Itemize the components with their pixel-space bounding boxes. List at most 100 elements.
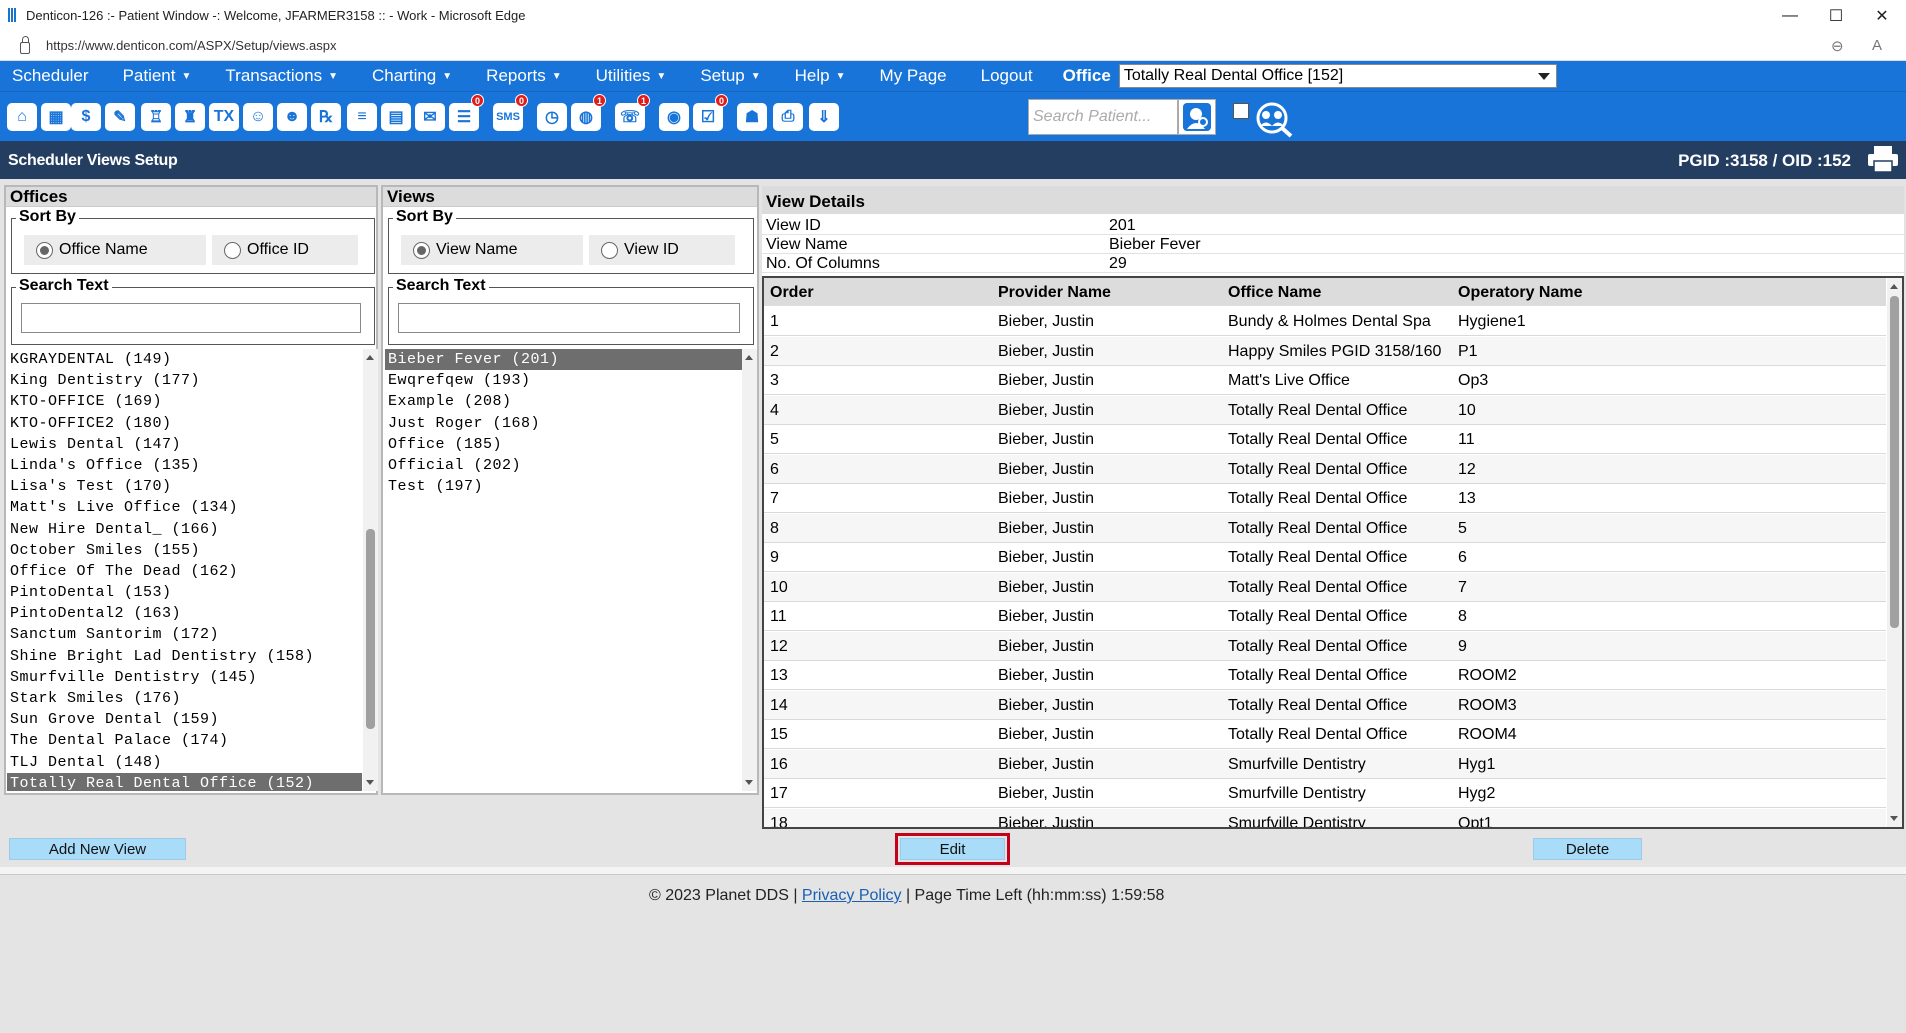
prescription-icon[interactable]: ℞ [308, 100, 344, 134]
list-item[interactable]: Totally Real Dental Office (152) [7, 772, 362, 791]
support-icon[interactable]: ☏ 1 [612, 94, 650, 134]
scroll-down-arrow-icon[interactable] [745, 780, 753, 785]
table-row[interactable]: 9 Bieber, Justin Totally Real Dental Offic… [764, 543, 1886, 572]
notes-icon[interactable]: ≡ [344, 100, 380, 134]
menu-logout[interactable]: Logout [969, 66, 1045, 86]
family-search-icon[interactable] [1254, 100, 1294, 138]
table-row[interactable]: 8 Bieber, Justin Totally Real Dental Offic… [764, 513, 1886, 543]
list-item[interactable]: New Hire Dental_ (166) [7, 519, 362, 540]
table-row[interactable]: 1 Bieber, Justin Bundy & Holmes Dental Spa… [764, 307, 1886, 336]
list-item[interactable]: KTO-OFFICE2 (180) [7, 413, 362, 434]
document-icon[interactable]: ▤ [378, 100, 414, 134]
list-item[interactable]: The Dental Palace (174) [7, 730, 362, 751]
list-item[interactable]: KGRAYDENTAL (149) [7, 349, 362, 370]
list-item[interactable]: Matt's Live Office (134) [7, 497, 362, 518]
menu-my-page[interactable]: My Page [868, 66, 959, 86]
list-item[interactable]: King Dentistry (177) [7, 370, 362, 391]
list-item[interactable]: Lewis Dental (147) [7, 434, 362, 455]
list-item[interactable]: TLJ Dental (148) [7, 752, 362, 773]
sort-view-id-option[interactable]: View ID [589, 235, 735, 265]
sort-office-name-option[interactable]: Office Name [24, 235, 206, 265]
tooth-icon[interactable]: ♖ [138, 100, 174, 134]
list-item[interactable]: Sanctum Santorim (172) [7, 624, 362, 645]
message-icon[interactable]: ☰ 0 [446, 94, 484, 134]
list-item[interactable]: Smurfville Dentistry (145) [7, 667, 362, 688]
scroll-up-arrow-icon[interactable] [366, 355, 374, 360]
menu-charting[interactable]: Charting ▼ [360, 66, 464, 86]
table-row[interactable]: 4 Bieber, Justin Totally Real Dental Offic… [764, 395, 1886, 425]
add-patient-icon[interactable]: ☺ [240, 100, 276, 134]
views-scrollbar[interactable] [742, 349, 757, 791]
offices-search-input[interactable] [21, 303, 361, 333]
home-icon[interactable]: ⌂ [4, 100, 40, 134]
maximize-button[interactable]: ☐ [1813, 0, 1859, 31]
list-item[interactable]: Test (197) [385, 476, 742, 497]
offices-list[interactable]: KGRAYDENTAL (149) King Dentistry (177) KTO… [7, 349, 362, 791]
teeth-chart-icon[interactable]: ♜ [172, 100, 208, 134]
edit-button[interactable]: Edit [900, 838, 1005, 860]
list-item[interactable]: Office (185) [385, 434, 742, 455]
list-item[interactable]: Shine Bright Lad Dentistry (158) [7, 646, 362, 667]
print-icon[interactable] [1866, 144, 1900, 174]
close-button[interactable]: ✕ [1859, 0, 1905, 31]
sort-office-id-radio[interactable] [224, 241, 241, 259]
scroll-up-arrow-icon[interactable] [745, 355, 753, 360]
table-row[interactable]: 11 Bieber, Justin Totally Real Dental Offi… [764, 602, 1886, 631]
offices-scroll-thumb[interactable] [366, 529, 375, 729]
table-row[interactable]: 16 Bieber, Justin Smurfville Dentistry Hyg1 [764, 749, 1886, 779]
menu-setup[interactable]: Setup ▼ [688, 66, 772, 86]
clock-icon[interactable]: ◷ [534, 100, 570, 134]
list-item[interactable]: Linda's Office (135) [7, 455, 362, 476]
table-row[interactable]: 5 Bieber, Justin Totally Real Dental Offic… [764, 425, 1886, 454]
list-item[interactable]: Ewqrefqew (193) [385, 370, 742, 391]
list-item[interactable]: Office Of The Dead (162) [7, 561, 362, 582]
sort-view-id-radio[interactable] [601, 241, 618, 259]
dollar-icon[interactable]: $ [68, 100, 104, 134]
search-patient-input[interactable]: Search Patient... [1028, 99, 1178, 135]
list-item[interactable]: October Smiles (155) [7, 540, 362, 561]
table-row[interactable]: 6 Bieber, Justin Totally Real Dental Offic… [764, 454, 1886, 484]
delete-button[interactable]: Delete [1533, 838, 1642, 860]
table-row[interactable]: 13 Bieber, Justin Totally Real Dental Offi… [764, 661, 1886, 690]
sort-view-name-radio[interactable] [413, 241, 430, 259]
collapse-icon[interactable]: ⇓ [806, 100, 842, 134]
table-row[interactable]: 18 Bieber, Justin Smurfville Dentistry Opt1 [764, 808, 1886, 827]
url-text[interactable]: https://www.denticon.com/ASPX/Setup/view… [46, 38, 336, 53]
list-item[interactable]: Just Roger (168) [385, 413, 742, 434]
read-aloud-icon[interactable]: A [1872, 37, 1882, 54]
office-select[interactable]: Totally Real Dental Office [152] [1118, 64, 1557, 88]
tax-icon[interactable]: TX [206, 100, 242, 134]
list-item[interactable]: PintoDental2 (163) [7, 603, 362, 624]
list-item[interactable]: Official (202) [385, 455, 742, 476]
menu-transactions[interactable]: Transactions ▼ [213, 66, 350, 86]
scroll-down-arrow-icon[interactable] [1890, 816, 1898, 821]
views-search-input[interactable] [398, 303, 740, 333]
menu-scheduler[interactable]: Scheduler [0, 66, 101, 86]
table-row[interactable]: 2 Bieber, Justin Happy Smiles PGID 3158/16… [764, 336, 1886, 366]
table-row[interactable]: 10 Bieber, Justin Totally Real Dental Offi… [764, 572, 1886, 602]
menu-patient[interactable]: Patient ▼ [111, 66, 204, 86]
menu-help[interactable]: Help ▼ [783, 66, 858, 86]
group-icon[interactable]: ☗ [734, 100, 770, 134]
views-list[interactable]: Bieber Fever (201) Ewqrefqew (193) Example… [385, 349, 742, 791]
list-item[interactable]: Example (208) [385, 391, 742, 412]
mail-icon[interactable]: ✉ [412, 100, 448, 134]
table-row[interactable]: 15 Bieber, Justin Totally Real Dental Offi… [764, 720, 1886, 749]
sort-office-id-option[interactable]: Office ID [212, 235, 358, 265]
scroll-up-arrow-icon[interactable] [1890, 284, 1898, 289]
zoom-icon[interactable]: ⊖ [1831, 37, 1844, 55]
sort-view-name-option[interactable]: View Name [401, 235, 583, 265]
checklist-icon[interactable]: ☑ 0 [690, 94, 728, 134]
offices-scrollbar[interactable] [363, 349, 378, 791]
list-item[interactable]: Lisa's Test (170) [7, 476, 362, 497]
sms-icon[interactable]: SMS 0 [490, 94, 528, 134]
scroll-down-arrow-icon[interactable] [366, 780, 374, 785]
add-family-icon[interactable]: ☻ [274, 100, 310, 134]
toolbar-checkbox[interactable] [1233, 103, 1249, 119]
menu-reports[interactable]: Reports ▼ [474, 66, 573, 86]
web-icon[interactable]: ◉ [656, 100, 692, 134]
add-new-view-button[interactable]: Add New View [9, 838, 186, 860]
table-row[interactable]: 12 Bieber, Justin Totally Real Dental Offi… [764, 631, 1886, 661]
table-row[interactable]: 7 Bieber, Justin Totally Real Dental Offic… [764, 484, 1886, 513]
list-item[interactable]: KTO-OFFICE (169) [7, 391, 362, 412]
